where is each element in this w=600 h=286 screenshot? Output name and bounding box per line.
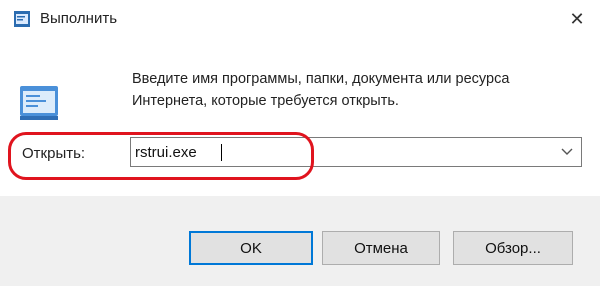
chevron-down-icon [561, 148, 573, 155]
button-bar: OK Отмена Обзор... [0, 196, 600, 286]
run-app-icon [14, 11, 30, 27]
description-line-1: Введите имя программы, папки, документа … [132, 71, 510, 87]
title-bar: Выполнить ✕ [0, 0, 600, 38]
cancel-button[interactable]: Отмена [322, 231, 440, 265]
run-dialog-icon [20, 86, 58, 120]
close-button[interactable]: ✕ [554, 0, 600, 38]
close-icon: ✕ [569, 8, 585, 29]
browse-button[interactable]: Обзор... [453, 231, 573, 265]
dialog-body: Введите имя программы, папки, документа … [0, 38, 600, 196]
ok-button[interactable]: OK [189, 231, 313, 265]
description-line-2: Интернета, которые требуется открыть. [132, 93, 399, 109]
open-label: Открыть: [22, 145, 86, 162]
window-title: Выполнить [40, 10, 118, 27]
dropdown-button[interactable] [557, 138, 577, 166]
open-input[interactable] [135, 138, 535, 166]
description-text: Введите имя программы, папки, документа … [132, 68, 582, 112]
open-combobox[interactable] [130, 137, 582, 167]
text-caret [221, 144, 222, 161]
